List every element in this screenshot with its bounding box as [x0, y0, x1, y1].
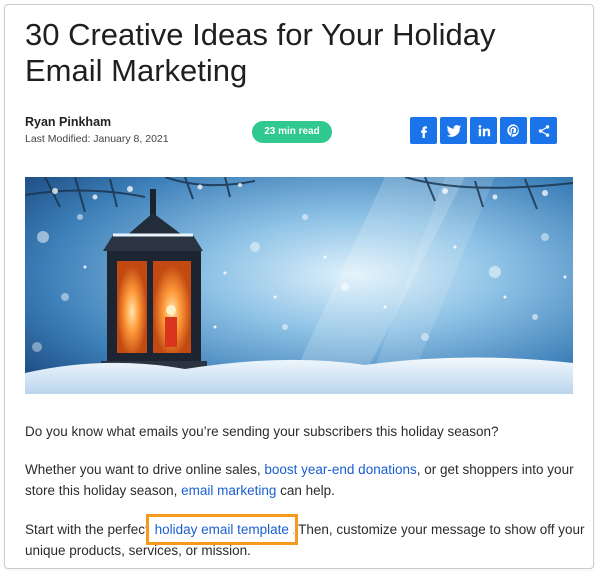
link-boost-donations[interactable]: boost year-end donations [264, 462, 416, 477]
paragraph-text: Whether you want to drive online sales, [25, 462, 265, 477]
share-bar [410, 117, 557, 144]
link-email-marketing[interactable]: email marketing [181, 483, 276, 498]
hero-image [25, 177, 573, 394]
winter-lantern-image [25, 177, 573, 394]
paragraph-intro: Do you know what emails you’re sending y… [25, 424, 499, 439]
last-modified: Last Modified: January 8, 2021 [25, 133, 169, 145]
paragraph-text: Start with the perfect [25, 522, 153, 537]
pinterest-share-button[interactable] [500, 117, 527, 144]
share-icon [538, 124, 549, 137]
twitter-icon [446, 124, 461, 137]
author-name[interactable]: Ryan Pinkham [25, 115, 111, 129]
linkedin-share-button[interactable] [470, 117, 497, 144]
facebook-share-button[interactable] [410, 117, 437, 144]
twitter-share-button[interactable] [440, 117, 467, 144]
article-card: 30 Creative Ideas for Your Holiday Email… [4, 4, 594, 569]
facebook-icon [420, 125, 427, 138]
paragraph-text: can help. [276, 483, 335, 498]
article-title: 30 Creative Ideas for Your Holiday Email… [25, 17, 496, 88]
linkedin-icon [478, 124, 490, 136]
paragraph-sales: Whether you want to drive online sales, … [25, 459, 585, 501]
read-time-badge: 23 min read [252, 121, 332, 143]
share-more-button[interactable] [530, 117, 557, 144]
link-holiday-email-template[interactable]: holiday email template [145, 514, 298, 545]
pinterest-icon [507, 124, 519, 137]
paragraph-template: Start with the perfect holiday email tem… [25, 514, 585, 561]
